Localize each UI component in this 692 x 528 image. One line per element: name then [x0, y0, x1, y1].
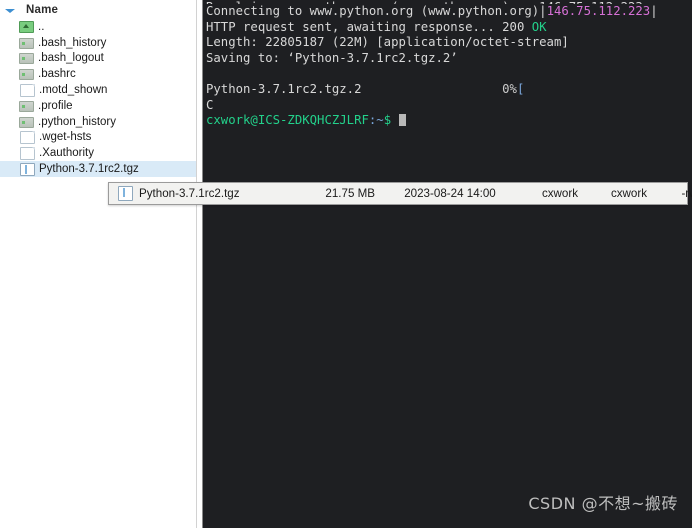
file-list: .. .bash_history .bash_logout .bashrc .m… [0, 19, 196, 177]
list-item[interactable]: .bash_history [0, 35, 196, 51]
column-header-name[interactable]: Name [26, 4, 58, 16]
file-name: .bash_history [38, 36, 107, 49]
tooltip-owner: cxwork [541, 187, 579, 200]
terminal-line-prompt: cxwork@ICS-ZDKQHCZJLRF:~$ [206, 113, 692, 129]
archive-file-icon [118, 186, 133, 201]
plain-file-icon [20, 83, 35, 97]
terminal-line-connecting: Connecting to www.python.org (www.python… [206, 4, 692, 20]
file-name: .python_history [38, 115, 116, 128]
terminal-prompt-path: :~ [368, 113, 384, 128]
file-name: .. [38, 20, 45, 33]
app-root: Name .. .bash_history .bash_logout .bash… [0, 0, 692, 528]
list-item[interactable]: .bash_logout [0, 51, 196, 67]
terminal-text: HTTP request sent, awaiting response... … [206, 19, 532, 34]
list-item[interactable]: .wget-hsts [0, 130, 196, 146]
tooltip-group: cxwork [610, 187, 648, 200]
list-item-selected[interactable]: Python-3.7.1rc2.tgz [0, 161, 196, 177]
list-item[interactable]: .. [0, 19, 196, 35]
terminal-progress-spacer [361, 82, 502, 96]
terminal-progress-percent: 0% [502, 81, 517, 96]
shell-file-icon [19, 37, 34, 49]
file-name: .bashrc [38, 68, 76, 81]
list-item[interactable]: .Xauthority [0, 145, 196, 161]
list-item[interactable]: .bashrc [0, 66, 196, 82]
terminal-line-length: Length: 22805187 (22M) [application/octe… [206, 35, 692, 51]
tooltip-file-name: Python-3.7.1rc2.tgz [139, 187, 240, 200]
terminal-prompt-user: cxwork@ICS-ZDKQHCZJLRF [206, 113, 369, 128]
terminal-prompt-sigil: $ [383, 113, 392, 128]
list-item[interactable]: .python_history [0, 114, 196, 130]
pane-divider[interactable] [196, 0, 203, 528]
terminal-ip-address: 146.75.112.223 [546, 4, 651, 18]
shell-file-icon [19, 116, 34, 128]
file-browser-pane: Name .. .bash_history .bash_logout .bash… [0, 0, 196, 528]
terminal-text: Connecting to www.python.org (www.python… [206, 4, 547, 18]
terminal-text: Saving to: ‘Python-3.7.1rc2.tgz.2’ [206, 50, 458, 65]
shell-file-icon [19, 69, 34, 81]
terminal-progress-bracket: [ [516, 81, 525, 96]
terminal-line-progress: Python-3.7.1rc2.tgz.2 0%[ [206, 82, 692, 98]
terminal-progress-filename: Python-3.7.1rc2.tgz.2 [206, 81, 362, 96]
terminal-text: | [650, 4, 658, 18]
terminal-line-http-request: HTTP request sent, awaiting response... … [206, 20, 692, 36]
file-name: .motd_shown [39, 84, 108, 97]
block-cursor-icon [398, 114, 406, 127]
file-list-header[interactable]: Name [0, 0, 196, 19]
file-name: .bash_logout [38, 52, 104, 65]
watermark: CSDN @不想~搬砖 [528, 494, 678, 514]
shell-file-icon [19, 53, 34, 65]
plain-file-icon [20, 130, 35, 144]
terminal-line-interrupt: C [206, 98, 692, 114]
file-name: Python-3.7.1rc2.tgz [39, 163, 139, 176]
terminal-text: C [206, 97, 214, 112]
file-info-tooltip: Python-3.7.1rc2.tgz 21.75 MB 2023-08-24 … [108, 182, 692, 205]
terminal-line-saving: Saving to: ‘Python-3.7.1rc2.tgz.2’ [206, 51, 692, 67]
plain-file-icon [20, 146, 35, 160]
list-item[interactable]: .profile [0, 98, 196, 114]
terminal-text: Length: 22805187 (22M) [application/octe… [206, 35, 569, 50]
tooltip-modified: 2023-08-24 14:00 [404, 187, 496, 200]
chevron-down-icon[interactable] [4, 4, 16, 16]
tooltip-permissions: -rw-r--r-- [681, 187, 692, 200]
file-name: .profile [38, 99, 73, 112]
shell-file-icon [19, 100, 34, 112]
terminal-http-status: OK [531, 19, 547, 34]
terminal-output[interactable]: Resolving www.python.org (www.python.org… [203, 0, 692, 528]
file-name: .wget-hsts [39, 131, 92, 144]
file-name: .Xauthority [39, 147, 94, 160]
list-item[interactable]: .motd_shown [0, 82, 196, 98]
tooltip-file-size: 21.75 MB [325, 187, 375, 200]
archive-file-icon [20, 162, 35, 176]
folder-up-icon [19, 21, 34, 34]
